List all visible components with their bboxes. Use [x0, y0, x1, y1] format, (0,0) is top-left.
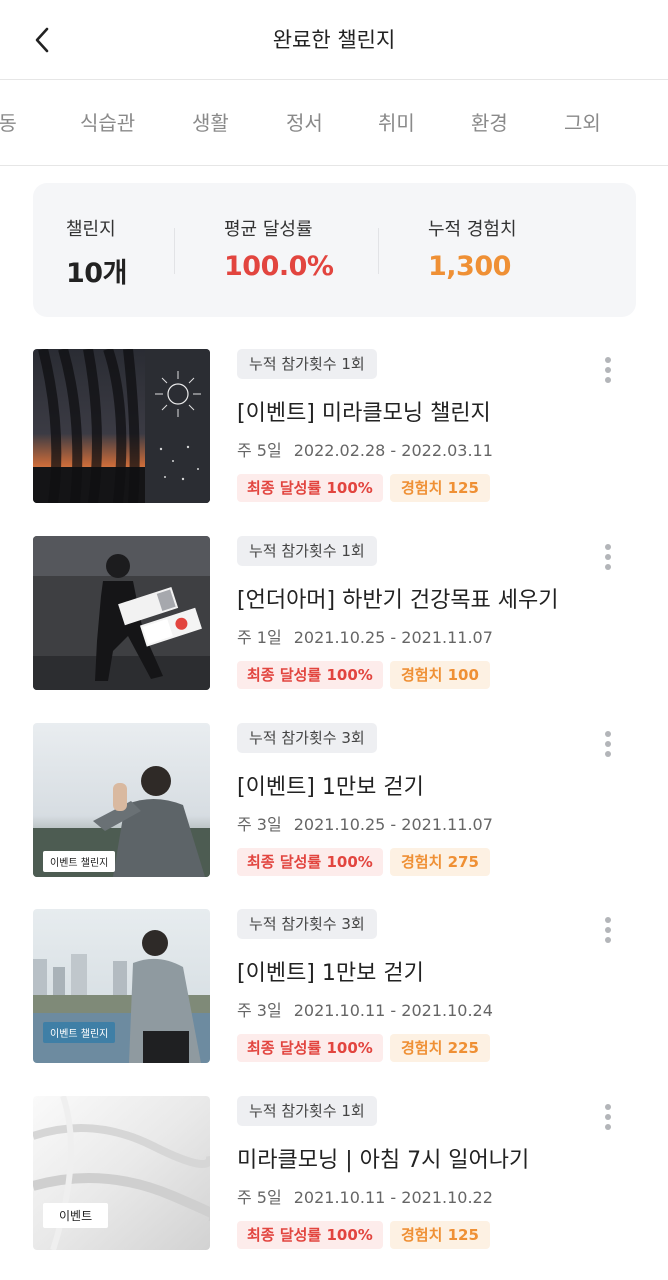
more-options-button[interactable] — [598, 729, 618, 759]
more-vertical-icon — [605, 554, 611, 560]
challenge-thumbnail: 이벤트 — [33, 1096, 210, 1250]
stat-avg-rate: 평균 달성률 100.0% — [224, 215, 334, 282]
participation-count-badge: 누적 참가횟수 1회 — [237, 536, 377, 566]
participation-count-badge: 누적 참가횟수 1회 — [237, 349, 377, 379]
more-vertical-icon — [605, 544, 611, 550]
challenge-title: 미라클모닝 | 아침 7시 일어나기 — [237, 1148, 530, 1173]
challenge-frequency: 주 5일 — [237, 441, 282, 460]
final-rate-badge: 최종 달성률 100% — [237, 1221, 383, 1249]
challenge-dates: 2021.10.11 - 2021.10.22 — [293, 1188, 493, 1207]
page-title: 완료한 챌린지 — [272, 28, 396, 52]
challenge-period: 주 1일 2021.10.25 - 2021.11.07 — [237, 624, 493, 648]
summary-box: 챌린지 10개 평균 달성률 100.0% 누적 경험치 1,300 — [33, 183, 636, 317]
tab-etc[interactable]: 그외 — [564, 80, 601, 165]
challenge-dates: 2021.10.25 - 2021.11.07 — [293, 628, 493, 647]
challenge-title: [이벤트] 미라클모닝 챌린지 — [237, 401, 491, 426]
exp-badge: 경험치 125 — [390, 474, 490, 502]
final-rate-badge: 최종 달성률 100% — [237, 474, 383, 502]
challenge-thumbnail: 이벤트 챌린지 — [33, 723, 210, 877]
challenge-thumbnail: 이벤트 챌린지 — [33, 909, 210, 1063]
stat-exp-value: 1,300 — [428, 251, 511, 282]
challenge-dates: 2021.10.25 - 2021.11.07 — [293, 815, 493, 834]
challenge-frequency: 주 3일 — [237, 1001, 282, 1020]
participation-count-badge: 누적 참가횟수 1회 — [237, 1096, 377, 1126]
challenge-title: [이벤트] 1만보 걷기 — [237, 961, 424, 986]
divider — [378, 228, 379, 274]
stat-exp: 누적 경험치 1,300 — [428, 215, 517, 282]
more-vertical-icon — [605, 1114, 611, 1120]
more-vertical-icon — [605, 367, 611, 373]
challenge-period: 주 3일 2021.10.25 - 2021.11.07 — [237, 811, 493, 835]
more-options-button[interactable] — [598, 542, 618, 572]
challenge-title: [언더아머] 하반기 건강목표 세우기 — [237, 588, 559, 613]
tab-life[interactable]: 생활 — [192, 80, 229, 165]
more-vertical-icon — [605, 917, 611, 923]
more-options-button[interactable] — [598, 1102, 618, 1132]
more-vertical-icon — [605, 927, 611, 933]
header: 완료한 챌린지 — [0, 0, 668, 80]
challenge-frequency: 주 1일 — [237, 628, 282, 647]
challenge-thumbnail — [33, 536, 210, 690]
challenge-dates: 2021.10.11 - 2021.10.24 — [293, 1001, 493, 1020]
more-vertical-icon — [605, 377, 611, 383]
more-vertical-icon — [605, 1124, 611, 1130]
challenge-period: 주 3일 2021.10.11 - 2021.10.24 — [237, 997, 493, 1021]
participation-count-badge: 누적 참가횟수 3회 — [237, 723, 377, 753]
challenge-card[interactable]: 이벤트 챌린지 누적 참가횟수 3회 [이벤트] 1만보 걷기 주 3일 2021… — [33, 723, 636, 879]
chevron-left-icon — [35, 27, 49, 53]
more-vertical-icon — [605, 564, 611, 570]
more-options-button[interactable] — [598, 355, 618, 385]
final-rate-badge: 최종 달성률 100% — [237, 661, 383, 689]
exp-badge: 경험치 125 — [390, 1221, 490, 1249]
category-tabs: 운동 식습관 생활 정서 취미 환경 그외 — [0, 80, 668, 166]
back-button[interactable] — [22, 22, 62, 58]
challenge-title: [이벤트] 1만보 걷기 — [237, 775, 424, 800]
challenge-thumbnail — [33, 349, 210, 503]
more-options-button[interactable] — [598, 915, 618, 945]
divider — [174, 228, 175, 274]
challenge-card[interactable]: 이벤트 챌린지 누적 참가횟수 3회 [이벤트] 1만보 걷기 주 3일 2021… — [33, 909, 636, 1065]
more-vertical-icon — [605, 1104, 611, 1110]
tab-environment[interactable]: 환경 — [471, 80, 508, 165]
challenge-frequency: 주 5일 — [237, 1188, 282, 1207]
more-vertical-icon — [605, 751, 611, 757]
participation-count-badge: 누적 참가횟수 3회 — [237, 909, 377, 939]
challenge-period: 주 5일 2021.10.11 - 2021.10.22 — [237, 1184, 493, 1208]
stat-challenges-label: 챌린지 — [66, 219, 116, 240]
stat-challenges-value: 10개 — [66, 258, 127, 289]
stat-avg-rate-label: 평균 달성률 — [224, 219, 313, 240]
challenge-card[interactable]: 누적 참가횟수 1회 [이벤트] 미라클모닝 챌린지 주 5일 2022.02.2… — [33, 349, 636, 505]
exp-badge: 경험치 275 — [390, 848, 490, 876]
tab-hobby[interactable]: 취미 — [378, 80, 415, 165]
challenge-dates: 2022.02.28 - 2022.03.11 — [293, 441, 493, 460]
more-vertical-icon — [605, 741, 611, 747]
challenge-frequency: 주 3일 — [237, 815, 282, 834]
tab-diet[interactable]: 식습관 — [80, 80, 135, 165]
stat-challenges: 챌린지 10개 — [66, 215, 127, 290]
challenge-card[interactable]: 누적 참가횟수 1회 [언더아머] 하반기 건강목표 세우기 주 1일 2021.… — [33, 536, 636, 692]
thumbnail-tag: 이벤트 챌린지 — [43, 851, 116, 872]
more-vertical-icon — [605, 937, 611, 943]
thumbnail-tag: 이벤트 챌린지 — [43, 1022, 116, 1043]
tab-exercise[interactable]: 운동 — [0, 80, 17, 165]
tab-emotion[interactable]: 정서 — [286, 80, 323, 165]
challenge-card[interactable]: 이벤트 누적 참가횟수 1회 미라클모닝 | 아침 7시 일어나기 주 5일 20… — [33, 1096, 636, 1252]
more-vertical-icon — [605, 357, 611, 363]
stat-avg-rate-value: 100.0% — [224, 251, 334, 282]
thumbnail-tag: 이벤트 — [43, 1203, 109, 1228]
challenge-period: 주 5일 2022.02.28 - 2022.03.11 — [237, 437, 493, 461]
exp-badge: 경험치 100 — [390, 661, 490, 689]
final-rate-badge: 최종 달성률 100% — [237, 848, 383, 876]
more-vertical-icon — [605, 731, 611, 737]
final-rate-badge: 최종 달성률 100% — [237, 1034, 383, 1062]
exp-badge: 경험치 225 — [390, 1034, 490, 1062]
stat-exp-label: 누적 경험치 — [428, 219, 517, 240]
